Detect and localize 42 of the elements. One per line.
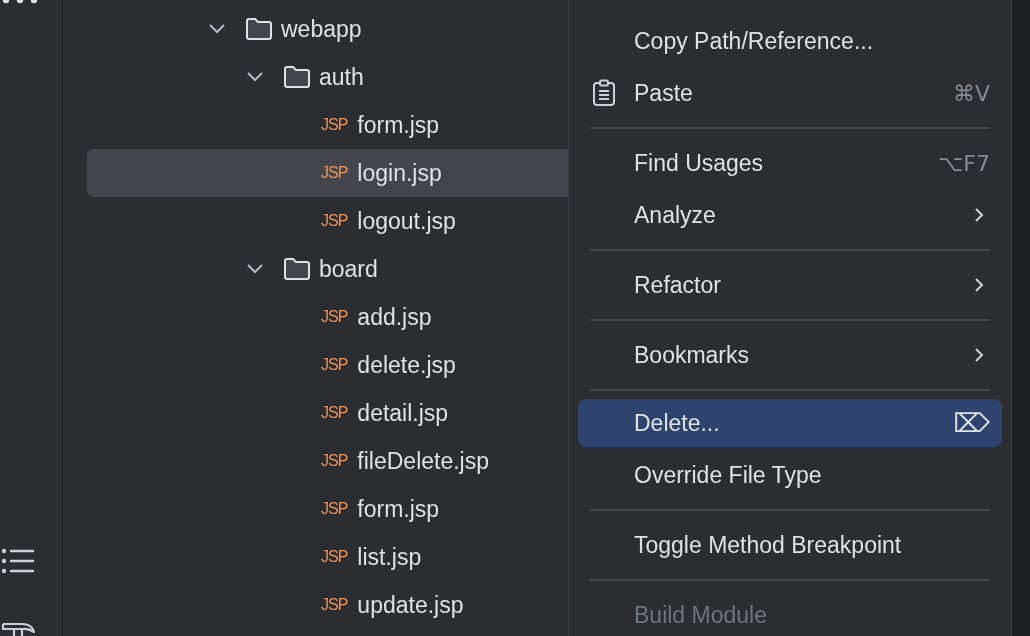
jsp-file-icon: JSP: [321, 596, 348, 614]
chevron-icon[interactable]: [246, 263, 264, 275]
file-name: detail.jsp: [357, 399, 449, 427]
menu-item[interactable]: Delete... ⌦: [578, 399, 1002, 447]
jsp-file-icon: JSP: [321, 404, 348, 422]
folder-icon: [283, 65, 311, 89]
folder-name: auth: [319, 63, 364, 91]
file-name: logout.jsp: [357, 207, 456, 235]
menu-item[interactable]: Paste ⌘V: [578, 67, 1002, 119]
file-name: form.jsp: [357, 111, 440, 139]
clipboard-icon: [592, 79, 616, 107]
file-name: login.jsp: [357, 159, 442, 187]
list-icon[interactable]: [1, 548, 35, 574]
menu-item[interactable]: Bookmarks: [578, 329, 1002, 381]
jsp-file-icon: JSP: [321, 548, 348, 566]
chevron-icon[interactable]: [208, 23, 226, 35]
file-name: fileDelete.jsp: [357, 447, 490, 475]
folder-icon: [245, 17, 273, 41]
file-name: form.jsp: [357, 495, 440, 523]
jsp-file-icon: JSP: [321, 500, 348, 518]
shortcut-label: ⌦: [953, 408, 990, 438]
menu-item[interactable]: Toggle Method Breakpoint: [578, 519, 1002, 571]
jsp-file-icon: JSP: [321, 452, 348, 470]
jsp-file-icon: JSP: [321, 116, 348, 134]
folder-name: board: [319, 255, 378, 283]
file-name: update.jsp: [357, 591, 464, 619]
menu-item[interactable]: Refactor: [578, 259, 1002, 311]
file-name: add.jsp: [357, 303, 432, 331]
shortcut-label: ⌥F7: [938, 150, 990, 176]
chevron-icon[interactable]: [246, 71, 264, 83]
folder-name: webapp: [281, 15, 362, 43]
jsp-file-icon: JSP: [321, 356, 348, 374]
jsp-file-icon: JSP: [321, 164, 348, 182]
file-name: list.jsp: [357, 543, 422, 571]
menu-item[interactable]: Copy Path/Reference...: [578, 15, 1002, 67]
folder-icon: [283, 257, 311, 281]
more-icon[interactable]: [1, 0, 39, 6]
jsp-file-icon: JSP: [321, 308, 348, 326]
shortcut-label: ⌘V: [952, 80, 990, 106]
file-name: delete.jsp: [357, 351, 456, 379]
menu-item[interactable]: Override File Type: [578, 449, 1002, 501]
jsp-file-icon: JSP: [321, 212, 348, 230]
